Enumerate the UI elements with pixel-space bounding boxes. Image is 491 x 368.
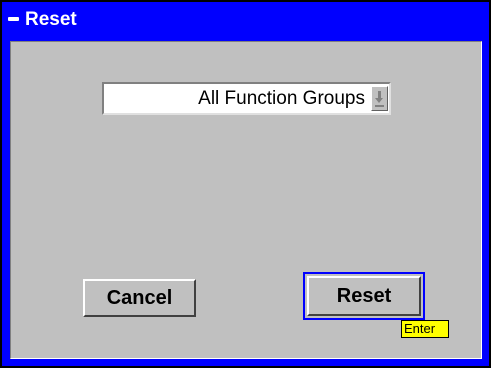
function-group-select[interactable]: All Function Groups (102, 82, 391, 115)
minimize-icon[interactable] (8, 17, 19, 21)
cancel-button[interactable]: Cancel (83, 279, 196, 317)
function-group-select-value: All Function Groups (198, 88, 365, 109)
window-title: Reset (25, 9, 77, 30)
reset-button[interactable]: Reset (307, 276, 421, 316)
down-arrow-icon[interactable] (371, 86, 388, 111)
reset-dialog-window: Reset All Function Groups Cancel Reset E… (0, 0, 491, 368)
dialog-body: All Function Groups Cancel Reset Enter (10, 41, 482, 359)
title-bar[interactable]: Reset (2, 2, 489, 41)
enter-shortcut-hint: Enter (401, 320, 449, 338)
